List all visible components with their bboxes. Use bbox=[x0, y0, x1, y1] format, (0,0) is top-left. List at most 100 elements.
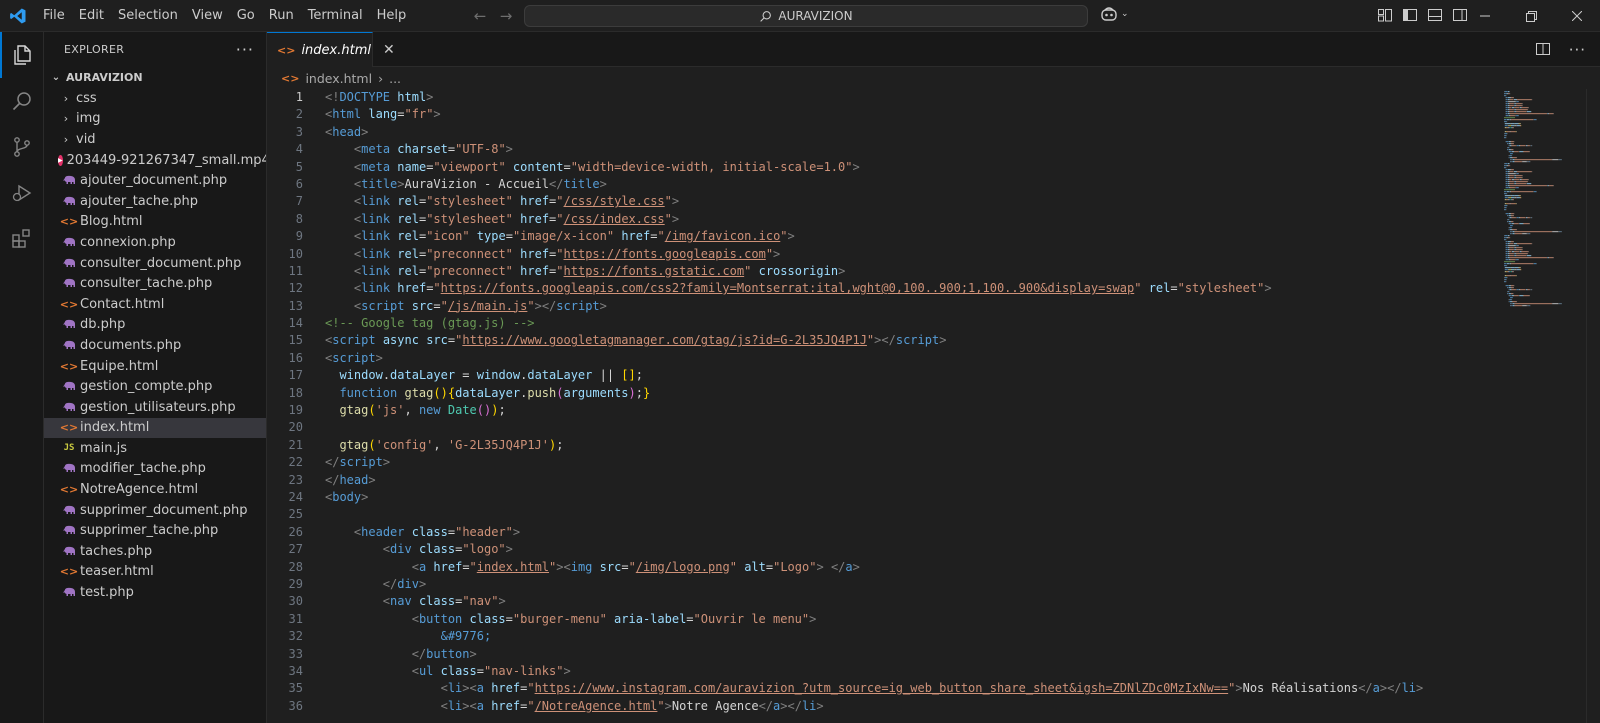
code-line[interactable]: 19 gtag('js', new Date()); bbox=[267, 402, 1483, 419]
search-icon[interactable] bbox=[0, 78, 44, 124]
code-line[interactable]: 33 </button> bbox=[267, 646, 1483, 663]
code-line[interactable]: 8 <link rel="stylesheet" href="/css/inde… bbox=[267, 211, 1483, 228]
menu-help[interactable]: Help bbox=[370, 4, 414, 28]
code-line[interactable]: 2 <html lang="fr"> bbox=[267, 106, 1483, 123]
tree-file[interactable]: <> Contact.html bbox=[44, 294, 266, 315]
code-line[interactable]: 31 <button class="burger-menu" aria-labe… bbox=[267, 611, 1483, 628]
more-actions-icon[interactable]: ··· bbox=[1569, 41, 1586, 59]
tree-file[interactable]: supprimer_tache.php bbox=[44, 520, 266, 541]
tree-file[interactable]: gestion_utilisateurs.php bbox=[44, 397, 266, 418]
code-line[interactable]: 28 <a href="index.html"><img src="/img/l… bbox=[267, 559, 1483, 576]
code-line[interactable]: 25 bbox=[267, 506, 1483, 523]
minimize-icon[interactable] bbox=[1462, 0, 1508, 32]
code-line[interactable]: 30 <nav class="nav"> bbox=[267, 593, 1483, 610]
code-line[interactable]: 24 <body> bbox=[267, 489, 1483, 506]
tree-file[interactable]: documents.php bbox=[44, 335, 266, 356]
code-line[interactable]: 5 <meta name="viewport" content="width=d… bbox=[267, 159, 1483, 176]
code-line[interactable]: 16 <script> bbox=[267, 350, 1483, 367]
code-line[interactable]: 14 <!-- Google tag (gtag.js) --> bbox=[267, 315, 1483, 332]
tree-file[interactable]: consulter_tache.php bbox=[44, 273, 266, 294]
more-actions-icon[interactable]: ··· bbox=[236, 40, 254, 59]
code-line[interactable]: 6 <title>AuraVizion - Accueil</title> bbox=[267, 176, 1483, 193]
code-line[interactable]: 18 function gtag(){dataLayer.push(argume… bbox=[267, 385, 1483, 402]
code-line[interactable]: 3 <head> bbox=[267, 124, 1483, 141]
minimap-mark bbox=[1510, 267, 1512, 269]
tree-file[interactable]: JS main.js bbox=[44, 438, 266, 459]
command-center-search[interactable]: AURAVIZION bbox=[524, 5, 1088, 27]
code-line[interactable]: 20 bbox=[267, 419, 1483, 436]
code-line[interactable]: 17 window.dataLayer = window.dataLayer |… bbox=[267, 367, 1483, 384]
minimap-mark bbox=[1511, 145, 1516, 147]
close-tab-icon[interactable]: ✕ bbox=[383, 42, 395, 58]
code-line[interactable]: 34 <ul class="nav-links"> bbox=[267, 663, 1483, 680]
tree-file[interactable]: db.php bbox=[44, 315, 266, 336]
code-line[interactable]: 15 <script async src="https://www.googlet… bbox=[267, 332, 1483, 349]
tree-file[interactable]: ajouter_document.php bbox=[44, 170, 266, 191]
menu-selection[interactable]: Selection bbox=[111, 4, 185, 28]
code-line[interactable]: 29 </div> bbox=[267, 576, 1483, 593]
restore-icon[interactable] bbox=[1508, 0, 1554, 32]
code-line[interactable]: 32 &#9776; bbox=[267, 628, 1483, 645]
code-line[interactable]: 1 <!DOCTYPE html> bbox=[267, 89, 1483, 106]
code-line[interactable]: 26 <header class="header"> bbox=[267, 524, 1483, 541]
code-line[interactable]: 9 <link rel="icon" type="image/x-icon" h… bbox=[267, 228, 1483, 245]
tree-folder[interactable]: › css bbox=[44, 88, 266, 109]
minimap-mark bbox=[1531, 171, 1533, 173]
tree-file[interactable]: modifier_tache.php bbox=[44, 459, 266, 480]
tree-file[interactable]: <> teaser.html bbox=[44, 562, 266, 583]
tree-file[interactable]: supprimer_document.php bbox=[44, 500, 266, 521]
tree-file[interactable]: <> Blog.html bbox=[44, 212, 266, 233]
code-line[interactable]: 21 gtag('config', 'G-2L35JQ4P1J'); bbox=[267, 437, 1483, 454]
code-line[interactable]: 36 <li><a href="/NotreAgence.html">Notre… bbox=[267, 698, 1483, 715]
split-editor-icon[interactable] bbox=[1535, 41, 1551, 57]
code-line[interactable]: 13 <script src="/js/main.js"></script> bbox=[267, 298, 1483, 315]
code-line[interactable]: 27 <div class="logo"> bbox=[267, 541, 1483, 558]
menu-go[interactable]: Go bbox=[230, 4, 262, 28]
code-line[interactable]: 12 <link href="https://fonts.googleapis.… bbox=[267, 280, 1483, 297]
code-line[interactable]: 10 <link rel="preconnect" href="https://… bbox=[267, 246, 1483, 263]
back-arrow-icon[interactable]: ← bbox=[470, 6, 490, 26]
minimap-mark bbox=[1504, 135, 1507, 137]
line-content: </button> bbox=[303, 646, 477, 663]
vertical-scrollbar[interactable] bbox=[1586, 89, 1600, 723]
tree-file[interactable]: <> index.html bbox=[44, 417, 266, 439]
close-icon[interactable] bbox=[1554, 0, 1600, 32]
toggle-panel-icon[interactable] bbox=[1427, 7, 1443, 23]
tree-file[interactable]: gestion_compte.php bbox=[44, 376, 266, 397]
code-line[interactable]: 11 <link rel="preconnect" href="https://… bbox=[267, 263, 1483, 280]
tab-index-html[interactable]: <> index.html ✕ bbox=[267, 32, 395, 67]
breadcrumb-file[interactable]: index.html bbox=[305, 71, 372, 86]
extensions-icon[interactable] bbox=[0, 216, 44, 262]
explorer-icon[interactable] bbox=[0, 32, 44, 78]
code-line[interactable]: 35 <li><a href="https://www.instagram.co… bbox=[267, 680, 1483, 697]
customize-layout-icon[interactable] bbox=[1377, 7, 1393, 23]
code-line[interactable]: 7 <link rel="stylesheet" href="/css/styl… bbox=[267, 193, 1483, 210]
code-line[interactable]: 4 <meta charset="UTF-8"> bbox=[267, 141, 1483, 158]
menu-file[interactable]: File bbox=[36, 4, 72, 28]
tree-file[interactable]: test.php bbox=[44, 582, 266, 603]
menu-terminal[interactable]: Terminal bbox=[301, 4, 370, 28]
tree-folder[interactable]: › vid bbox=[44, 129, 266, 150]
tree-file[interactable]: <> NotreAgence.html bbox=[44, 479, 266, 500]
tree-file[interactable]: connexion.php bbox=[44, 232, 266, 253]
menu-edit[interactable]: Edit bbox=[72, 4, 111, 28]
menu-view[interactable]: View bbox=[185, 4, 230, 28]
minimap[interactable] bbox=[1500, 89, 1600, 723]
code-line[interactable]: 22 </script> bbox=[267, 454, 1483, 471]
tree-file[interactable]: ▶ 203449-921267347_small.mp4 bbox=[44, 150, 266, 171]
menu-run[interactable]: Run bbox=[262, 4, 301, 28]
workspace-root-folder[interactable]: ⌄ AURAVIZION bbox=[44, 66, 266, 88]
run-debug-icon[interactable] bbox=[0, 170, 44, 216]
forward-arrow-icon[interactable]: → bbox=[496, 6, 516, 26]
source-control-icon[interactable] bbox=[0, 124, 44, 170]
copilot-button[interactable]: ⌄ bbox=[1100, 6, 1129, 22]
tree-folder[interactable]: › img bbox=[44, 109, 266, 130]
toggle-primary-sidebar-icon[interactable] bbox=[1402, 7, 1418, 23]
tree-file[interactable]: <> Equipe.html bbox=[44, 356, 266, 377]
tree-file[interactable]: consulter_document.php bbox=[44, 253, 266, 274]
code-line[interactable]: 23 </head> bbox=[267, 472, 1483, 489]
breadcrumb-more[interactable]: ... bbox=[389, 71, 401, 86]
code-editor[interactable]: 1 <!DOCTYPE html> 2 <html lang="fr"> 3 <head>… bbox=[267, 89, 1483, 715]
tree-file[interactable]: ajouter_tache.php bbox=[44, 191, 266, 212]
tree-file[interactable]: taches.php bbox=[44, 541, 266, 562]
